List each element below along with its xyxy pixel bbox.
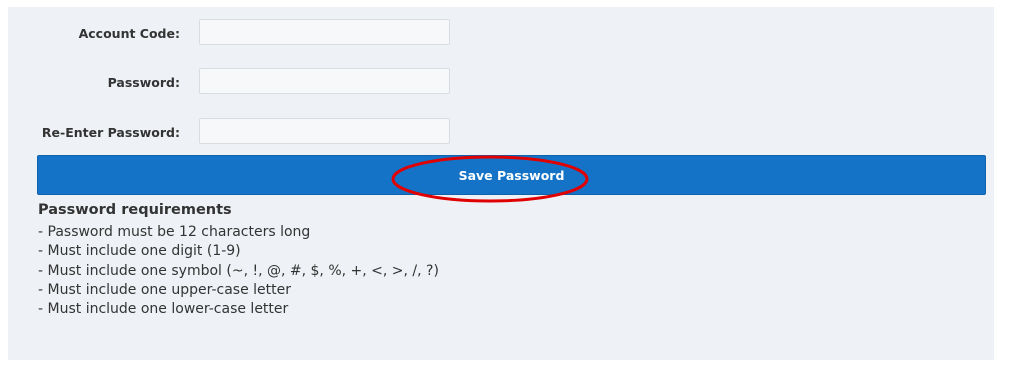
password-requirements: Password requirements - Password must be… [38,200,439,319]
requirement-symbol: - Must include one symbol (~, !, @, #, $… [38,262,439,279]
password-label: Password: [107,75,180,90]
re-enter-password-label: Re-Enter Password: [41,125,180,140]
account-code-label: Account Code: [78,26,180,41]
password-row: Password: [8,68,468,98]
requirements-title: Password requirements [38,202,232,218]
requirement-upper-case: - Must include one upper-case letter [38,281,292,298]
requirements-list: - Password must be 12 characters long - … [38,223,439,319]
requirement-lower-case: - Must include one lower-case letter [38,301,289,318]
save-password-button[interactable]: Save Password [37,155,986,195]
account-code-input[interactable] [199,19,450,45]
password-input[interactable] [199,68,450,94]
requirement-digit: - Must include one digit (1-9) [38,243,241,260]
re-enter-password-input[interactable] [199,118,450,144]
requirement-length: - Password must be 12 characters long [38,224,311,240]
account-code-row: Account Code: [8,19,468,49]
password-form-panel: Account Code: Password: Re-Enter Passwor… [8,7,994,360]
re-enter-password-row: Re-Enter Password: [8,118,468,148]
